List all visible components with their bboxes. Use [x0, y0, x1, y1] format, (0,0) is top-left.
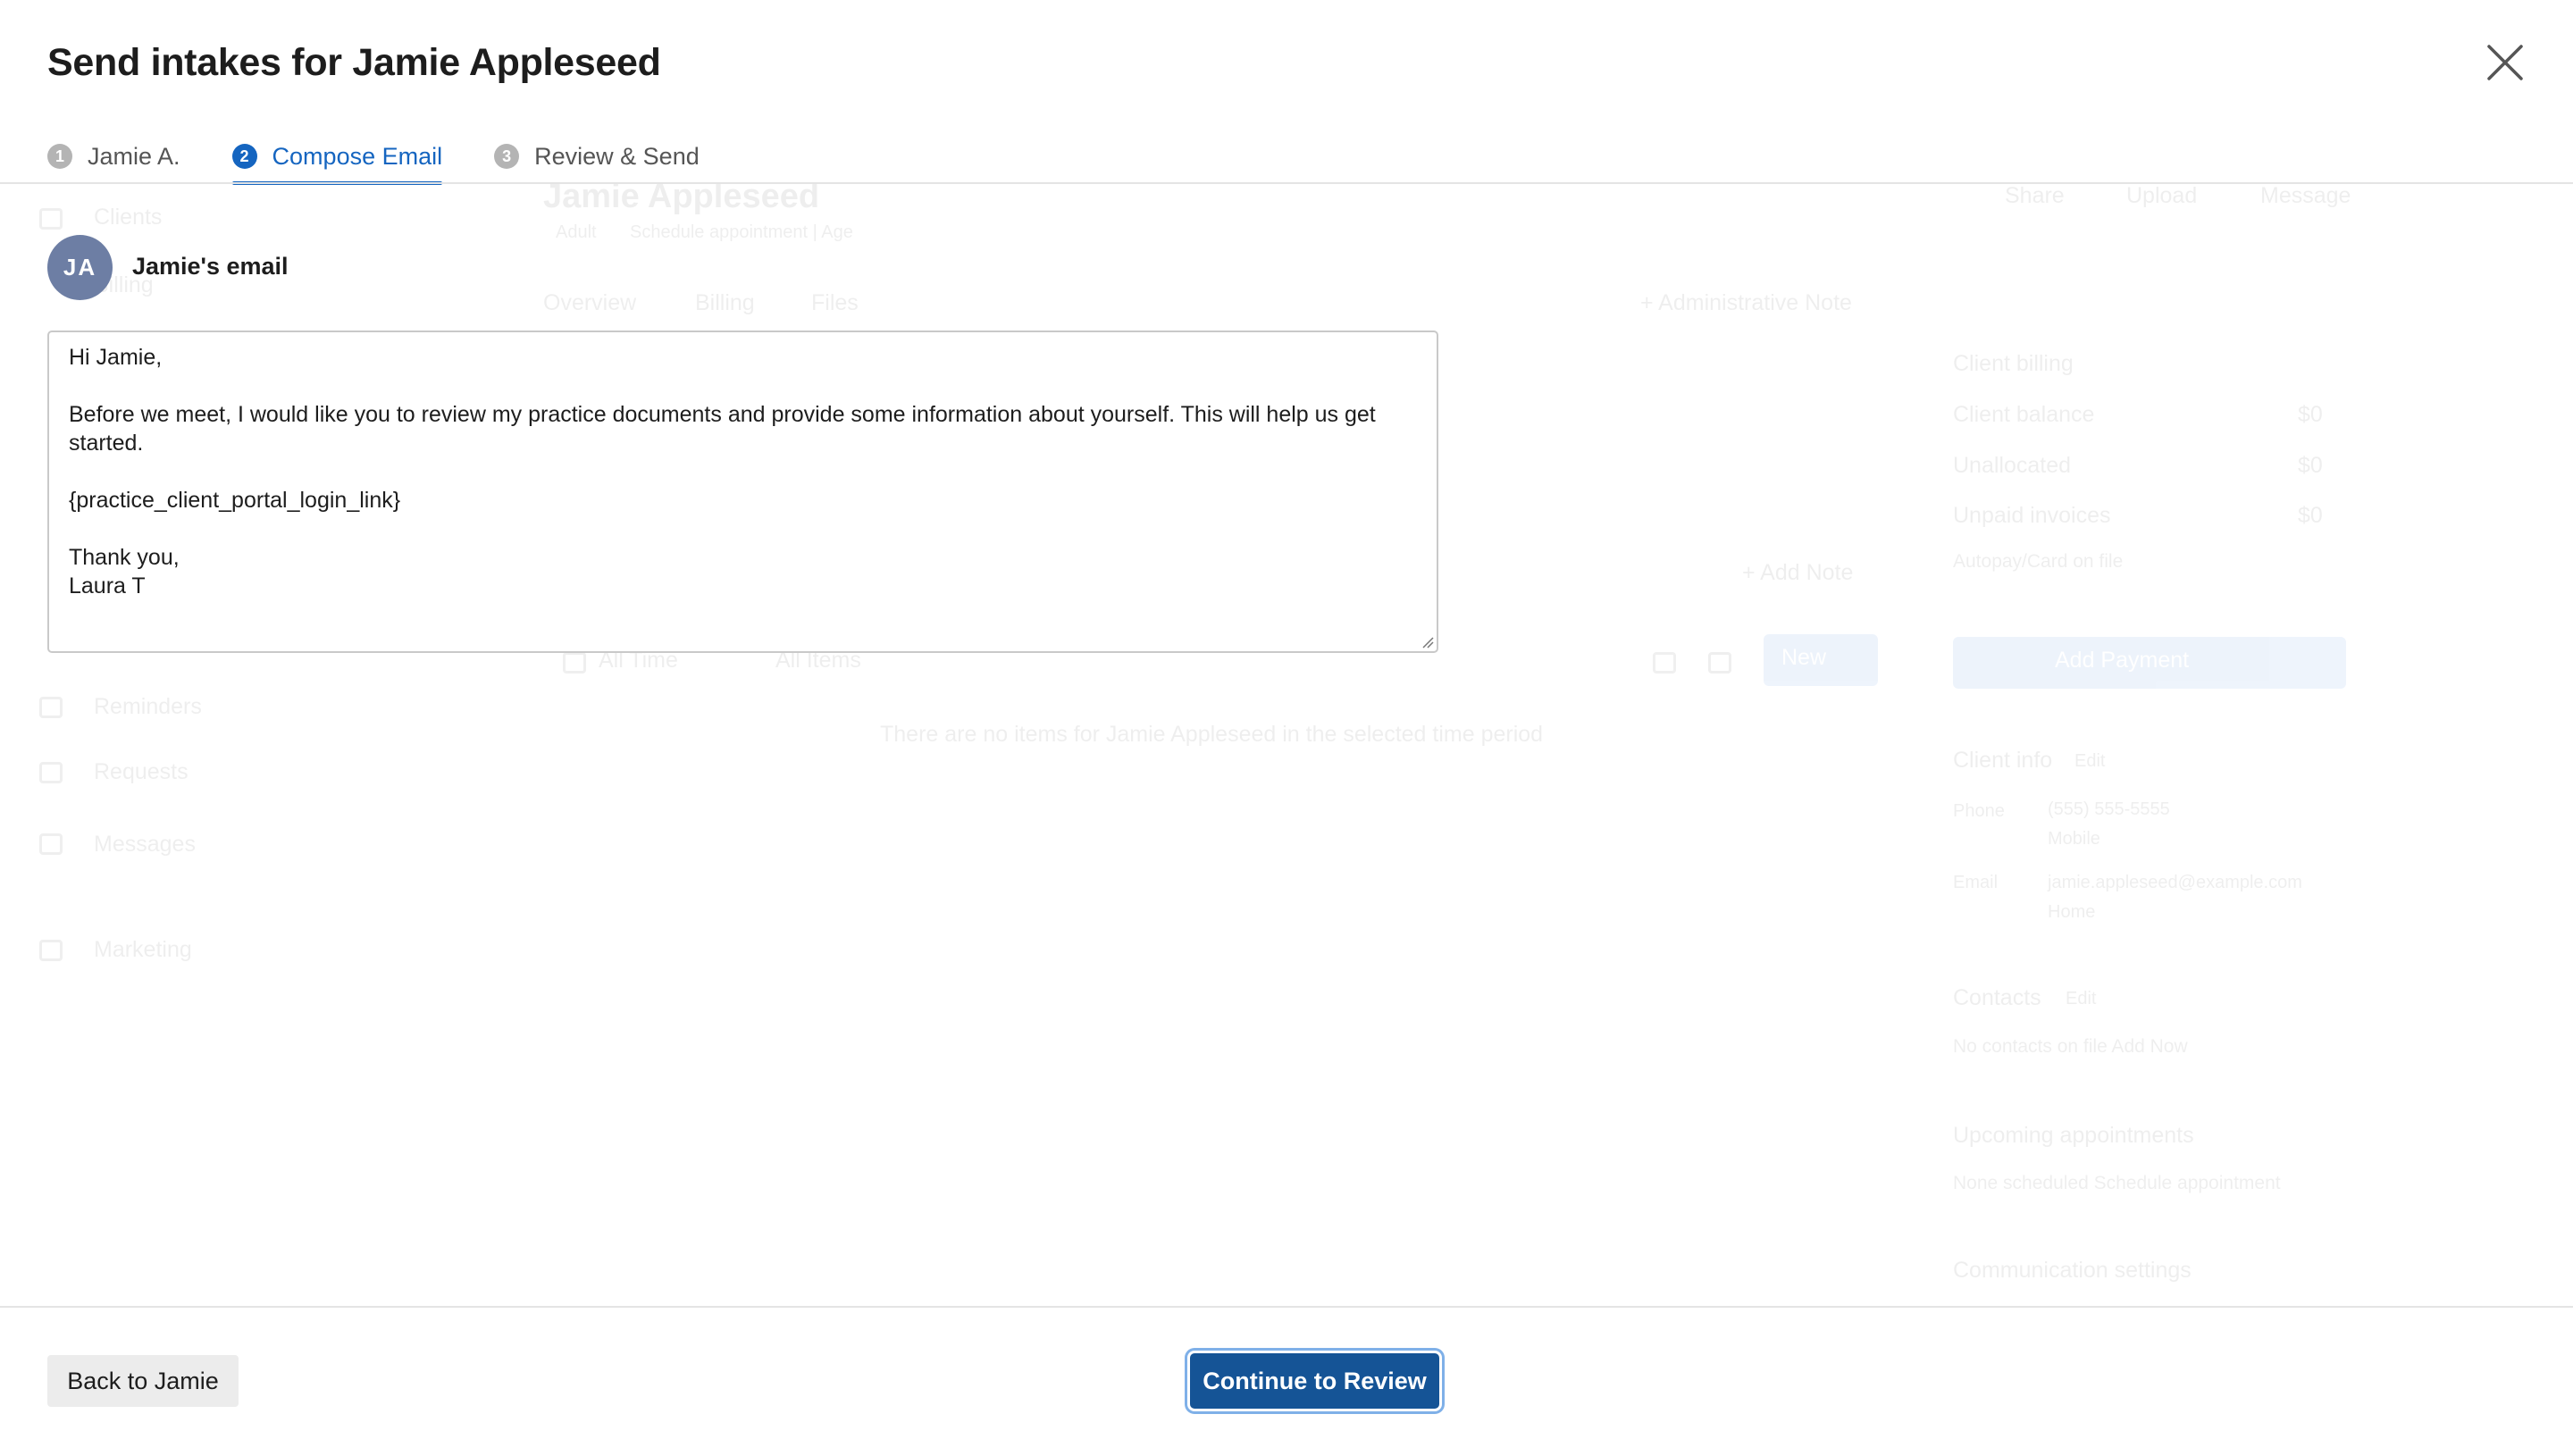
step-tab-client[interactable]: 1 Jamie A. — [47, 136, 180, 184]
step-tab-review-send[interactable]: 3 Review & Send — [494, 136, 700, 184]
step-number: 1 — [47, 144, 72, 169]
bg-billing-title: Client billing — [1953, 351, 2074, 376]
bg-tab-files: Files — [811, 290, 859, 315]
bg-phone-type: Mobile — [2048, 829, 2100, 849]
bg-client-subtitle: Schedule appointment | Age — [630, 222, 853, 242]
bg-contacts-title: Contacts — [1953, 985, 2041, 1010]
bg-client-tag: Adult — [556, 222, 597, 242]
email-line: Thank you, — [69, 545, 180, 570]
email-line: Before we meet, I would like you to revi… — [69, 402, 1376, 456]
bg-client-info-title: Client info — [1953, 748, 2053, 773]
tabs-divider — [0, 182, 2573, 184]
modal-title: Send intakes for Jamie Appleseed — [47, 41, 661, 84]
bg-client-info-edit: Edit — [2074, 751, 2106, 771]
bg-add-payment: Add Payment — [2055, 648, 2190, 673]
continue-to-review-button[interactable]: Continue to Review — [1190, 1353, 1439, 1409]
step-label: Jamie A. — [88, 143, 180, 170]
megaphone-icon — [39, 940, 63, 961]
bg-billing-row-value: $0 — [2298, 402, 2323, 427]
bg-share: Share — [2005, 183, 2065, 208]
email-blank-line — [69, 515, 1417, 543]
back-button[interactable]: Back to Jamie — [47, 1355, 239, 1407]
bg-billing-row-label: Unallocated — [1953, 453, 2072, 478]
bg-upload: Upload — [2126, 183, 2198, 208]
bg-new-button: New — [1781, 645, 1827, 670]
clients-icon — [39, 208, 63, 230]
step-tab-compose-email[interactable]: 2 Compose Email — [231, 136, 443, 185]
bg-phone-value: (555) 555-5555 — [2048, 799, 2170, 819]
bg-billing-row-label: Client balance — [1953, 402, 2095, 427]
bg-contacts-text: No contacts on file Add Now — [1953, 1036, 2188, 1057]
email-line: Hi Jamie, — [69, 345, 163, 370]
bg-phone-label: Phone — [1953, 801, 2005, 821]
card-view-icon — [1653, 652, 1676, 674]
bg-tab-billing: Billing — [695, 290, 755, 315]
footer-divider — [0, 1306, 2573, 1308]
email-line: {practice_client_portal_login_link} — [69, 488, 401, 513]
bg-message: Message — [2260, 183, 2351, 208]
bg-nav-clients: Clients — [94, 205, 163, 230]
email-blank-line — [69, 372, 1417, 400]
bg-empty-state: There are no items for Jamie Appleseed i… — [880, 722, 1544, 747]
bg-contacts-edit: Edit — [2066, 989, 2097, 1008]
bg-tab-overview: Overview — [543, 290, 637, 315]
step-tabs: 1 Jamie A. 2 Compose Email 3 Review & Se… — [47, 136, 700, 185]
bg-billing-row-value: $0 — [2298, 503, 2323, 528]
bg-admin-note: + Administrative Note — [1640, 290, 1852, 315]
email-blank-line — [69, 457, 1417, 486]
bg-add-note: + Add Note — [1742, 560, 1854, 585]
bg-email-type: Home — [2048, 902, 2096, 922]
bg-appointments-title: Upcoming appointments — [1953, 1123, 2194, 1148]
close-icon — [2487, 45, 2523, 80]
email-body-textarea[interactable]: Hi Jamie, Before we meet, I would like y… — [47, 331, 1438, 653]
calendar-icon — [563, 652, 586, 674]
bg-billing-link: Autopay/Card on file — [1953, 551, 2124, 572]
bg-email-value: jamie.appleseed@example.com — [2048, 873, 2302, 892]
email-line: Laura T — [69, 573, 146, 598]
bg-email-label: Email — [1953, 873, 1999, 892]
bg-comm-settings: Communication settings — [1953, 1258, 2192, 1283]
step-number: 3 — [494, 144, 520, 169]
list-view-icon — [1708, 652, 1731, 674]
inbox-icon — [39, 762, 63, 783]
resize-handle-icon[interactable] — [1420, 634, 1434, 649]
bg-billing-row-value: $0 — [2298, 453, 2323, 478]
bg-nav-reminders: Reminders — [94, 694, 202, 719]
bell-icon — [39, 697, 63, 718]
close-button[interactable] — [2484, 41, 2527, 84]
recipient-label: Jamie's email — [132, 253, 289, 280]
bg-nav-requests: Requests — [94, 759, 189, 784]
bg-billing-row-label: Unpaid invoices — [1953, 503, 2111, 528]
step-label: Review & Send — [534, 143, 700, 170]
step-number: 2 — [231, 144, 257, 169]
message-icon — [39, 833, 63, 855]
bg-appointments-text: None scheduled Schedule appointment — [1953, 1173, 2281, 1193]
bg-nav-messages: Messages — [94, 832, 196, 857]
avatar: JA — [47, 235, 113, 300]
bg-nav-marketing: Marketing — [94, 937, 192, 962]
step-label: Compose Email — [272, 143, 443, 170]
